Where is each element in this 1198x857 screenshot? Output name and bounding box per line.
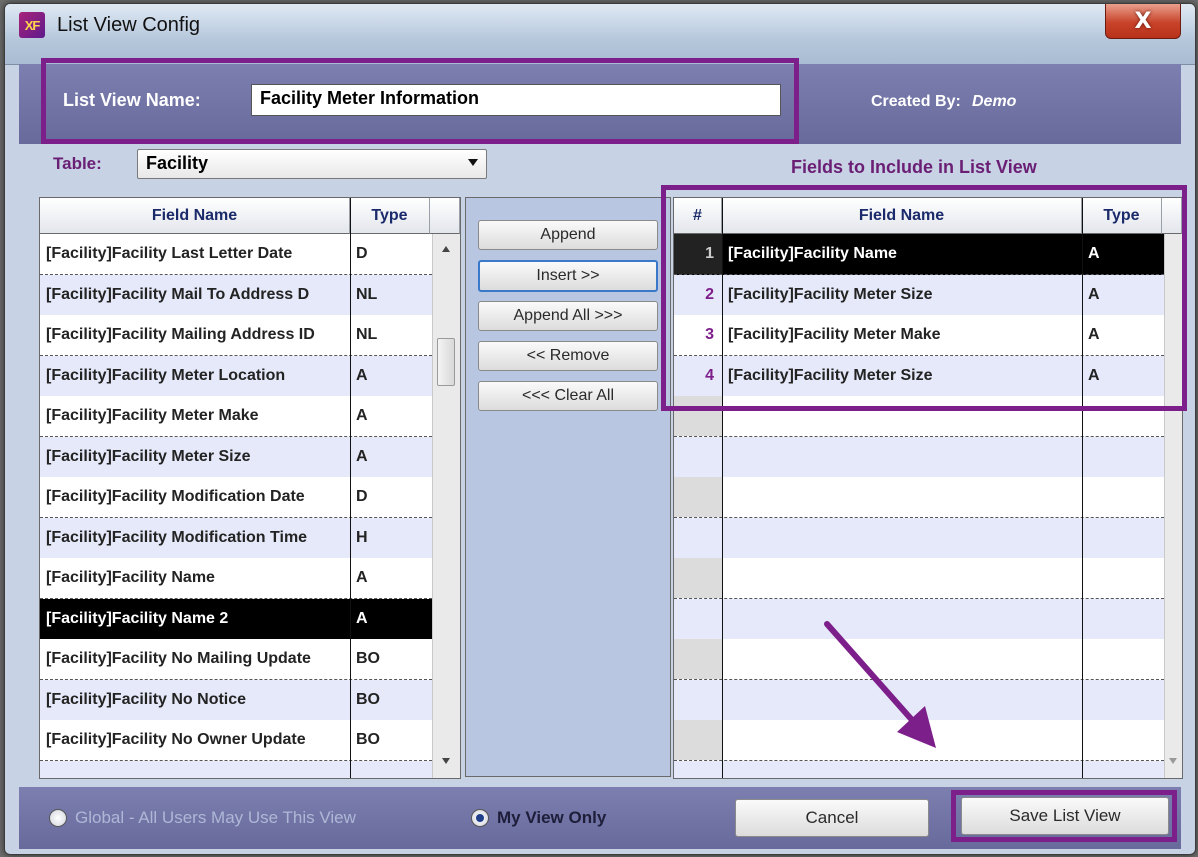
field-name-cell: [Facility]Facility No Notice <box>46 690 247 708</box>
table-row[interactable] <box>674 436 1164 478</box>
table-row[interactable] <box>40 760 432 778</box>
window-title: List View Config <box>57 14 201 36</box>
remove-button[interactable]: << Remove <box>478 341 658 371</box>
field-name-cell: [Facility]Facility Last Letter Date <box>46 245 293 262</box>
close-button[interactable]: X <box>1105 4 1181 39</box>
created-by-value: Demo <box>972 93 1017 110</box>
cancel-button[interactable]: Cancel <box>735 799 929 837</box>
close-icon: X <box>1134 8 1152 34</box>
table-row[interactable]: [Facility]Facility Meter Size A <box>40 436 432 478</box>
table-label: Table: <box>53 154 102 173</box>
field-type-cell: BO <box>356 690 380 708</box>
available-fields-scrollbar[interactable] <box>432 234 460 778</box>
fields-heading: Fields to Include in List View <box>791 157 1037 177</box>
table-row[interactable] <box>674 639 1164 680</box>
field-type-cell: NL <box>356 326 378 343</box>
row-number-cell <box>674 760 722 778</box>
field-name-cell: [Facility]Facility No Owner Update <box>46 731 306 748</box>
table-row[interactable] <box>674 558 1164 599</box>
table-row[interactable]: [Facility]Facility No Notice BO <box>40 679 432 721</box>
table-row[interactable]: [Facility]Facility No Mailing Update BO <box>40 639 432 680</box>
field-name-cell: [Facility]Facility No Mailing Update <box>46 650 311 667</box>
scroll-up-icon[interactable] <box>442 246 450 252</box>
table-row[interactable]: [Facility]Facility No Owner Update BO <box>40 720 432 761</box>
table-row[interactable]: [Facility]Facility Meter Location A <box>40 355 432 397</box>
row-number-cell <box>674 517 722 558</box>
list-view-config-window: XF List View Config X List View Name: Fa… <box>4 3 1196 855</box>
clear-all-button[interactable]: <<< Clear All <box>478 381 658 411</box>
name-highlight-box <box>41 58 799 144</box>
scroll-down-icon[interactable] <box>442 758 450 764</box>
field-name-cell: [Facility]Facility Name 2 <box>46 609 229 627</box>
field-name-cell: [Facility]Facility Meter Location <box>46 366 286 384</box>
available-fields-list[interactable]: Field Name Type [Facility]Facility Last … <box>39 197 461 779</box>
append-all-button[interactable]: Append All >>> <box>478 301 658 331</box>
global-radio[interactable] <box>49 809 67 827</box>
append-button[interactable]: Append <box>478 220 658 250</box>
field-type-cell: D <box>356 245 368 262</box>
field-name-cell: [Facility]Facility Modification Time <box>46 528 308 546</box>
field-type-cell: A <box>356 366 368 384</box>
row-number-cell <box>674 720 722 760</box>
field-name-cell: [Facility]Facility Mail To Address D <box>46 285 310 303</box>
table-row[interactable]: [Facility]Facility Name A <box>40 558 432 599</box>
field-name-cell: [Facility]Facility Modification Date <box>46 488 305 505</box>
field-name-cell: [Facility]Facility Meter Make <box>46 407 259 424</box>
insert-button[interactable]: Insert >> <box>478 260 658 292</box>
field-name-cell: [Facility]Facility Name <box>46 569 215 586</box>
table-row[interactable] <box>674 720 1164 761</box>
table-select-value: Facility <box>146 153 209 173</box>
column-header-type[interactable]: Type <box>350 198 430 234</box>
table-row[interactable]: [Facility]Facility Meter Make A <box>40 396 432 437</box>
column-header-field-name[interactable]: Field Name <box>40 198 350 234</box>
scroll-down-icon[interactable] <box>1169 758 1177 764</box>
row-number-cell <box>674 558 722 598</box>
table-row[interactable]: [Facility]Facility Name 2 A <box>40 598 432 640</box>
field-name-cell: [Facility]Facility Mailing Address ID <box>46 326 315 343</box>
field-type-cell: A <box>356 569 368 586</box>
table-select[interactable]: Facility <box>137 149 487 179</box>
column-header-spacer <box>430 198 460 234</box>
field-type-cell: A <box>356 609 368 627</box>
my-view-radio[interactable] <box>471 809 489 827</box>
scrollbar-thumb[interactable] <box>437 338 455 386</box>
table-row[interactable]: [Facility]Facility Mail To Address D NL <box>40 274 432 316</box>
save-highlight-box <box>951 790 1177 842</box>
table-row[interactable] <box>674 477 1164 518</box>
field-type-cell: NL <box>356 285 378 303</box>
my-view-radio-label[interactable]: My View Only <box>497 808 606 828</box>
global-radio-label[interactable]: Global - All Users May Use This View <box>75 808 356 828</box>
row-number-cell <box>674 679 722 720</box>
table-row[interactable] <box>674 679 1164 721</box>
table-row[interactable]: [Facility]Facility Modification Date D <box>40 477 432 518</box>
chevron-down-icon <box>468 159 478 166</box>
field-type-cell: D <box>356 488 368 505</box>
included-highlight-box <box>661 185 1187 411</box>
field-type-cell: A <box>356 447 368 465</box>
table-row[interactable] <box>674 517 1164 559</box>
row-number-cell <box>674 598 722 639</box>
table-row[interactable] <box>674 598 1164 640</box>
table-row[interactable]: [Facility]Facility Last Letter Date D <box>40 234 432 275</box>
title-bar[interactable]: XF List View Config X <box>5 4 1195 65</box>
field-type-cell: BO <box>356 650 380 667</box>
field-type-cell: BO <box>356 731 380 748</box>
row-number-cell <box>674 477 722 517</box>
app-icon: XF <box>19 12 45 38</box>
created-by-label: Created By: <box>871 93 961 110</box>
column-divider <box>350 198 351 778</box>
table-row[interactable]: [Facility]Facility Modification Time H <box>40 517 432 559</box>
actions-panel: Append Insert >> Append All >>> << Remov… <box>465 197 671 777</box>
table-row[interactable]: [Facility]Facility Mailing Address ID NL <box>40 315 432 356</box>
field-type-cell: A <box>356 407 368 424</box>
row-number-cell <box>674 436 722 477</box>
field-type-cell: H <box>356 528 368 546</box>
field-name-cell: [Facility]Facility Meter Size <box>46 447 251 465</box>
row-number-cell <box>674 639 722 679</box>
table-row[interactable] <box>674 760 1164 778</box>
